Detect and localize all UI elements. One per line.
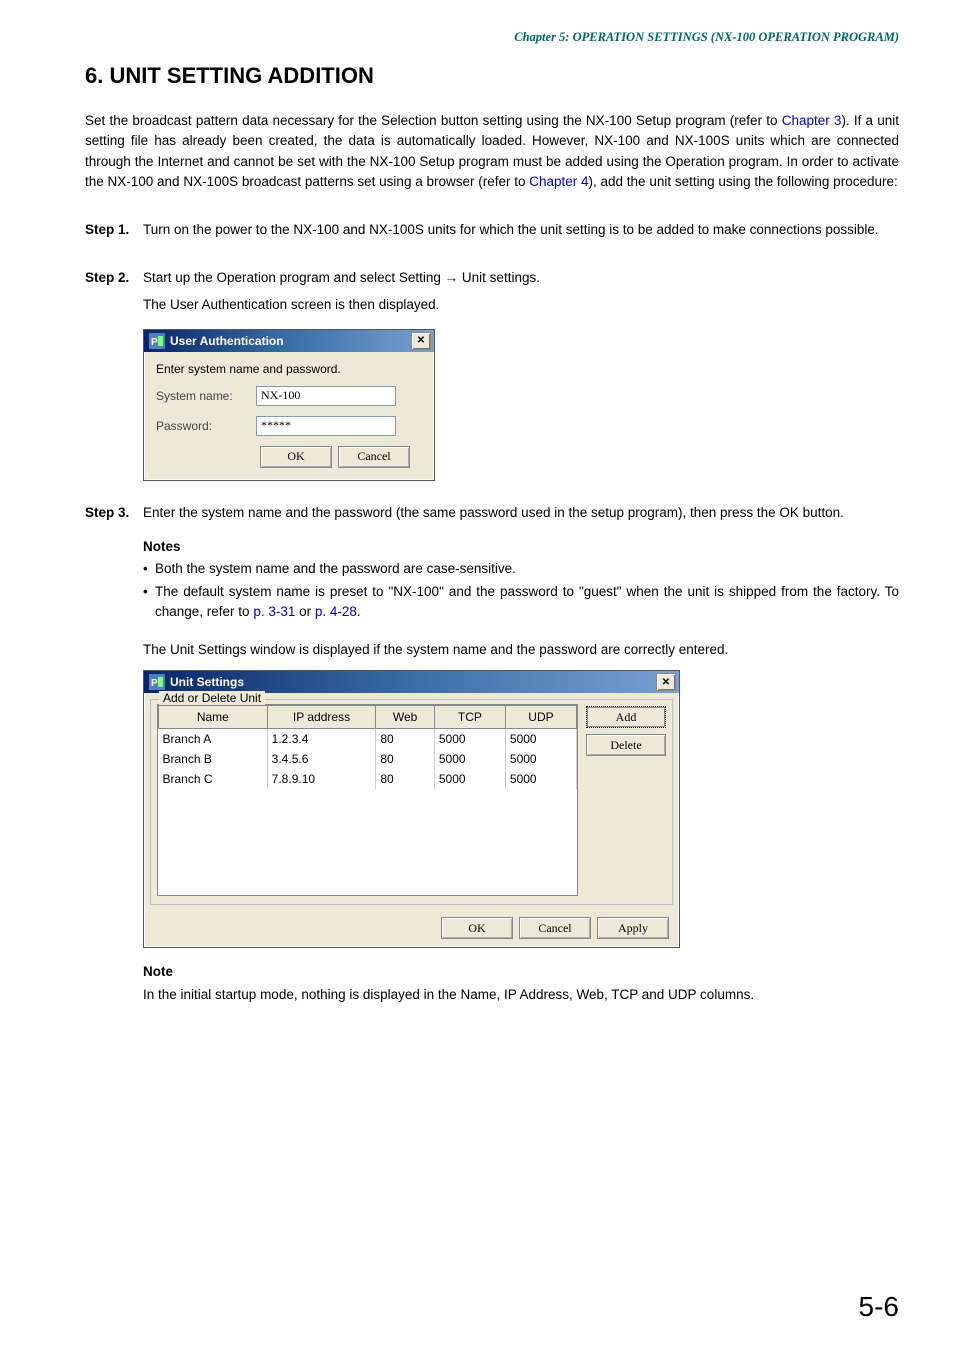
cell-ip: 7.8.9.10 (267, 769, 376, 789)
col-ip[interactable]: IP address (267, 706, 376, 729)
step-2: Step 2. Start up the Operation program a… (85, 268, 899, 321)
unit-table[interactable]: Name IP address Web TCP UDP Branch A 1.2… (157, 704, 578, 896)
step-1-label: Step 1. (85, 220, 143, 246)
notes-bullet-1: • Both the system name and the password … (143, 559, 899, 579)
link-p-4-28[interactable]: p. 4-28 (315, 604, 357, 619)
cell-tcp: 5000 (434, 769, 505, 789)
table-header-row: Name IP address Web TCP UDP (159, 706, 577, 729)
auth-ok-button[interactable]: OK (260, 446, 332, 468)
password-input[interactable] (256, 416, 396, 436)
intro-text-a: Set the broadcast pattern data necessary… (85, 113, 782, 128)
notes-bullet-2-text: The default system name is preset to "NX… (155, 582, 899, 623)
settings-titlebar: P Unit Settings ✕ (144, 671, 679, 693)
cell-udp: 5000 (505, 729, 576, 750)
auth-cancel-button[interactable]: Cancel (338, 446, 410, 468)
bullet-mark-icon: • (143, 559, 155, 579)
cell-web: 80 (376, 769, 435, 789)
bullet-mark-icon: • (143, 582, 155, 623)
system-name-label: System name: (156, 389, 256, 403)
password-label: Password: (156, 419, 256, 433)
pa-icon: P (149, 333, 165, 349)
table-row[interactable]: Branch C 7.8.9.10 80 5000 5000 (159, 769, 577, 789)
intro-paragraph: Set the broadcast pattern data necessary… (85, 111, 899, 192)
unit-settings-dialog: P Unit Settings ✕ Add or Delete Unit Nam… (143, 670, 680, 948)
settings-apply-button[interactable]: Apply (597, 917, 669, 939)
col-web[interactable]: Web (376, 706, 435, 729)
col-tcp[interactable]: TCP (434, 706, 505, 729)
cell-tcp: 5000 (434, 749, 505, 769)
settings-cancel-button[interactable]: Cancel (519, 917, 591, 939)
system-name-input[interactable] (256, 386, 396, 406)
step-1: Step 1. Turn on the power to the NX-100 … (85, 220, 899, 246)
close-icon[interactable]: ✕ (411, 332, 431, 350)
step-3-text: Enter the system name and the password (… (143, 503, 899, 523)
cell-tcp: 5000 (434, 729, 505, 750)
notes-bullet-2: • The default system name is preset to "… (143, 582, 899, 623)
add-delete-fieldset: Add or Delete Unit Name IP address Web T (150, 699, 673, 905)
note-heading: Note (143, 962, 899, 982)
step-1-text: Turn on the power to the NX-100 and NX-1… (143, 220, 899, 240)
table-row[interactable]: Branch B 3.4.5.6 80 5000 5000 (159, 749, 577, 769)
pa-icon: P (149, 674, 165, 690)
close-icon[interactable]: ✕ (656, 673, 676, 691)
table-row[interactable]: Branch A 1.2.3.4 80 5000 5000 (159, 729, 577, 750)
step-2-label: Step 2. (85, 268, 143, 321)
svg-text:P: P (151, 678, 158, 689)
cell-name: Branch A (159, 729, 268, 750)
settings-ok-button[interactable]: OK (441, 917, 513, 939)
cell-ip: 3.4.5.6 (267, 749, 376, 769)
notes-b2-mid: or (295, 604, 315, 619)
cell-udp: 5000 (505, 769, 576, 789)
delete-button[interactable]: Delete (586, 734, 666, 756)
link-p-3-31[interactable]: p. 3-31 (253, 604, 295, 619)
col-udp[interactable]: UDP (505, 706, 576, 729)
cell-web: 80 (376, 749, 435, 769)
user-authentication-dialog: P User Authentication ✕ Enter system nam… (143, 329, 435, 481)
link-chapter-4[interactable]: Chapter 4 (529, 174, 588, 189)
intro-text-c: ), add the unit setting using the follow… (589, 174, 898, 189)
col-name[interactable]: Name (159, 706, 268, 729)
cell-udp: 5000 (505, 749, 576, 769)
svg-text:P: P (151, 337, 158, 348)
section-title: 6. UNIT SETTING ADDITION (85, 63, 899, 89)
auth-titlebar: P User Authentication ✕ (144, 330, 434, 352)
page-number: 5-6 (859, 1291, 899, 1323)
cell-ip: 1.2.3.4 (267, 729, 376, 750)
notes-bullet-1-text: Both the system name and the password ar… (155, 559, 899, 579)
cell-web: 80 (376, 729, 435, 750)
auth-title: User Authentication (170, 334, 411, 348)
note-text: In the initial startup mode, nothing is … (143, 985, 899, 1005)
step-2-text-a: Start up the Operation program and selec… (143, 268, 899, 288)
cell-name: Branch C (159, 769, 268, 789)
step-2-text-b: The User Authentication screen is then d… (143, 295, 899, 315)
step-3-label: Step 3. (85, 503, 143, 529)
chapter-header: Chapter 5: OPERATION SETTINGS (NX-100 OP… (85, 30, 899, 45)
add-button[interactable]: Add (586, 706, 666, 728)
fieldset-legend: Add or Delete Unit (159, 691, 265, 705)
settings-title: Unit Settings (170, 675, 656, 689)
step-3: Step 3. Enter the system name and the pa… (85, 503, 899, 529)
auth-instruction: Enter system name and password. (156, 362, 422, 376)
link-chapter-3[interactable]: Chapter 3 (782, 113, 842, 128)
notes-b2-c: . (357, 604, 361, 619)
cell-name: Branch B (159, 749, 268, 769)
notes-after-text: The Unit Settings window is displayed if… (143, 640, 899, 660)
notes-heading: Notes (143, 537, 899, 557)
